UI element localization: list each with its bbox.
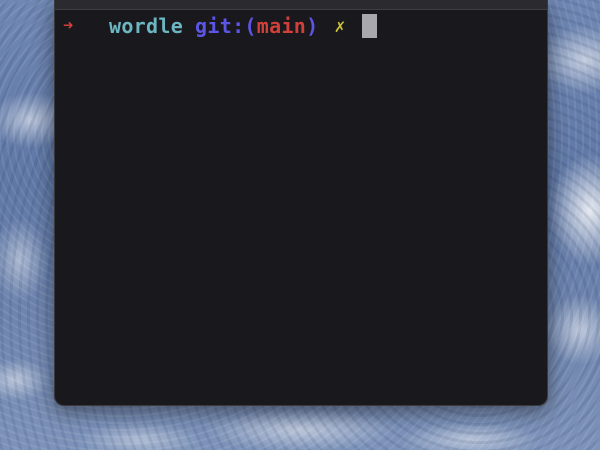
terminal-titlebar[interactable] bbox=[55, 0, 547, 10]
prompt-directory: wordle bbox=[109, 14, 184, 38]
terminal-cursor[interactable] bbox=[361, 14, 377, 38]
prompt-arrow-icon: ➜ bbox=[63, 16, 74, 36]
git-dirty-icon: ✗ bbox=[334, 15, 346, 37]
prompt-git-branch: main bbox=[256, 14, 307, 38]
terminal-window[interactable]: ➜ wordle git:(main) ✗ bbox=[54, 0, 548, 406]
prompt-git-label: git:( bbox=[195, 14, 257, 38]
prompt-git-close: ) bbox=[306, 14, 319, 38]
shell-prompt-line: ➜ wordle git:(main) ✗ bbox=[63, 14, 377, 38]
